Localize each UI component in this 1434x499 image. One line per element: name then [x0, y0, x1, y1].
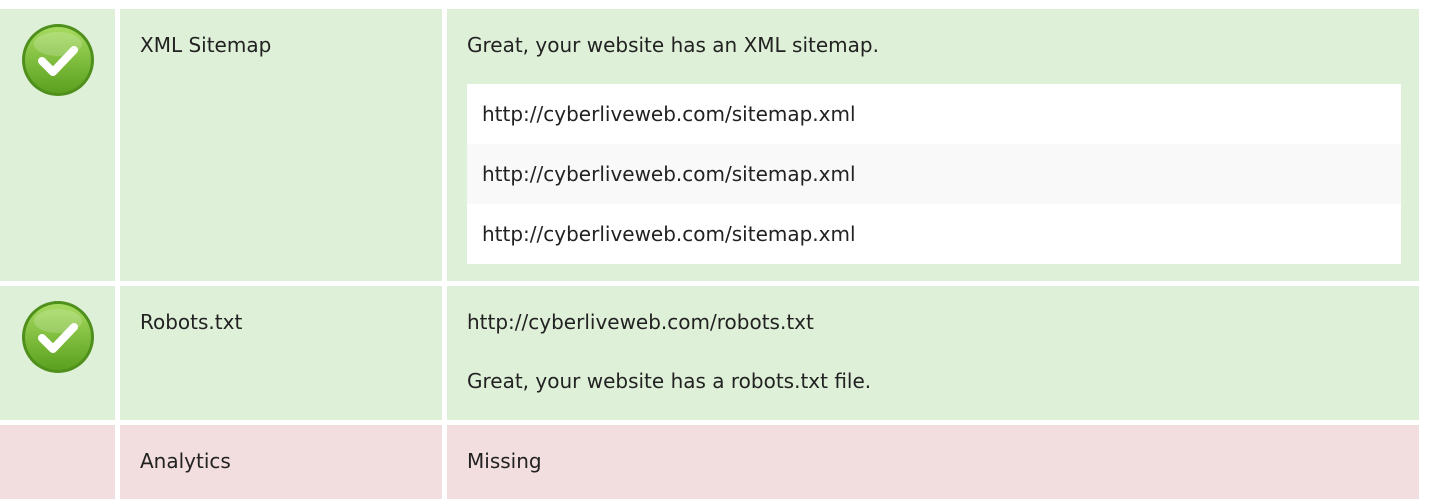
- status-cell: [0, 286, 115, 420]
- row-label: Robots.txt: [120, 286, 442, 420]
- row-value: Great, your website has an XML sitemap. …: [447, 9, 1419, 281]
- row-value: http://cyberliveweb.com/robots.txt Great…: [447, 286, 1419, 420]
- row-value: Missing: [447, 425, 1419, 499]
- robots-message: Great, your website has a robots.txt fil…: [467, 369, 872, 393]
- sitemap-url-item[interactable]: http://cyberliveweb.com/sitemap.xml: [467, 144, 1401, 204]
- check-circle-icon: [22, 301, 94, 373]
- status-cell: [0, 425, 115, 499]
- row-xml-sitemap: XML Sitemap Great, your website has an X…: [0, 9, 1434, 281]
- seo-report-table: XML Sitemap Great, your website has an X…: [0, 0, 1434, 499]
- row-robots-txt: Robots.txt http://cyberliveweb.com/robot…: [0, 286, 1434, 420]
- row-label: XML Sitemap: [120, 9, 442, 281]
- robots-url[interactable]: http://cyberliveweb.com/robots.txt: [467, 310, 1399, 334]
- row-label: Analytics: [120, 425, 442, 499]
- row-analytics: Analytics Missing: [0, 425, 1434, 499]
- sitemap-message: Great, your website has an XML sitemap.: [467, 33, 879, 57]
- check-circle-icon: [22, 24, 94, 96]
- sitemap-url-item[interactable]: http://cyberliveweb.com/sitemap.xml: [467, 84, 1401, 144]
- status-cell: [0, 9, 115, 281]
- sitemap-url-list: http://cyberliveweb.com/sitemap.xml http…: [467, 84, 1401, 264]
- sitemap-url-item[interactable]: http://cyberliveweb.com/sitemap.xml: [467, 204, 1401, 264]
